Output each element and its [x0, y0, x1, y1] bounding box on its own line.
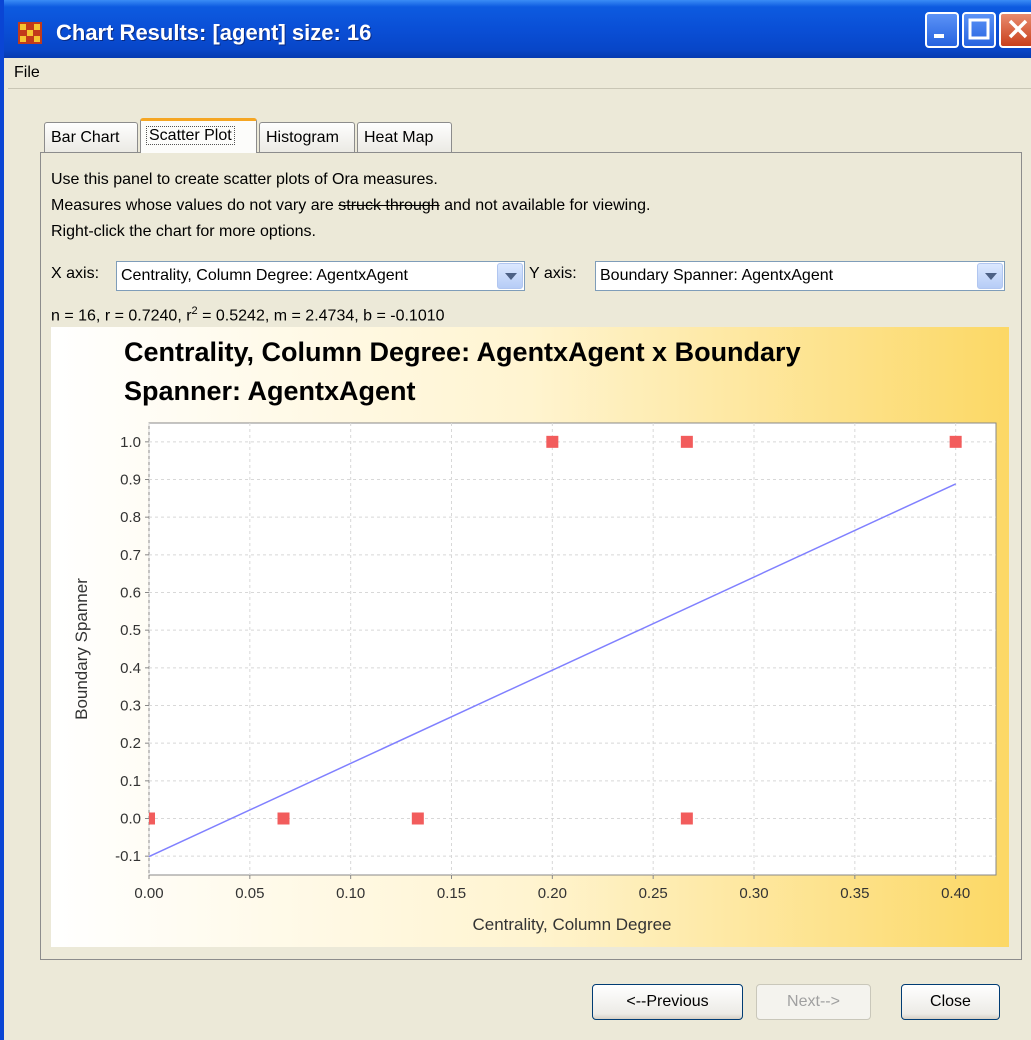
close-window-button[interactable] [999, 12, 1031, 48]
chevron-down-icon[interactable] [977, 263, 1003, 289]
previous-button[interactable]: <--Previous [592, 984, 743, 1020]
x-axis-label: X axis: [51, 265, 100, 282]
description-line-1: Use this panel to create scatter plots o… [51, 171, 438, 188]
x-tick-label: 0.35 [840, 885, 869, 902]
y-tick-label: 0.9 [120, 472, 141, 489]
y-tick-label: 0.4 [120, 660, 141, 677]
x-tick-label: 0.30 [739, 885, 768, 902]
y-tick-label: 0.7 [120, 547, 141, 564]
scatter-point[interactable] [949, 435, 962, 448]
y-tick-label: 0.3 [120, 698, 141, 715]
menu-bar: File [8, 58, 1031, 89]
x-tick-label: 0.40 [941, 885, 970, 902]
scatter-chart[interactable]: Centrality, Column Degree: AgentxAgent x… [51, 327, 1009, 947]
scatter-point[interactable] [546, 435, 559, 448]
x-tick-label: 0.05 [235, 885, 264, 902]
maximize-icon [968, 18, 990, 40]
y-axis-label: Y axis: [529, 265, 577, 282]
x-axis-select[interactable]: Centrality, Column Degree: AgentxAgent [116, 261, 525, 291]
x-tick-label: 0.00 [134, 885, 163, 902]
scatter-chart-svg[interactable]: Centrality, Column Degree: AgentxAgent x… [51, 327, 1009, 947]
tab-histogram[interactable]: Histogram [259, 122, 355, 152]
title-bar[interactable]: Chart Results: [agent] size: 16 [4, 0, 1031, 58]
x-axis-title: Centrality, Column Degree [472, 915, 671, 934]
minimize-icon [934, 34, 944, 38]
close-icon [1008, 19, 1028, 39]
scatter-point[interactable] [149, 812, 155, 825]
y-tick-label: 1.0 [120, 434, 141, 451]
x-tick-label: 0.15 [437, 885, 466, 902]
menu-file[interactable]: File [14, 64, 40, 82]
plot-area [148, 422, 997, 876]
chart-title-line-1: Centrality, Column Degree: AgentxAgent x… [124, 337, 801, 367]
x-tick-label: 0.25 [639, 885, 668, 902]
y-tick-label: 0.2 [120, 735, 141, 752]
y-tick-label: 0.6 [120, 585, 141, 602]
minimize-button[interactable] [925, 12, 959, 48]
close-button[interactable]: Close [901, 984, 1000, 1020]
y-tick-label: 0.1 [120, 773, 141, 790]
y-tick-label: 0.5 [120, 622, 141, 639]
scatter-plot-panel: Use this panel to create scatter plots o… [40, 152, 1022, 960]
window-title: Chart Results: [agent] size: 16 [56, 20, 372, 45]
y-tick-label: 0.0 [120, 811, 141, 828]
maximize-button[interactable] [962, 12, 996, 48]
tab-heat-map[interactable]: Heat Map [357, 122, 452, 152]
y-tick-label: -0.1 [115, 848, 141, 865]
description-line-2: Measures whose values do not vary are st… [51, 197, 651, 214]
description-line-3: Right-click the chart for more options. [51, 223, 316, 240]
tab-scatter-plot[interactable]: Scatter Plot [140, 118, 257, 153]
scatter-point[interactable] [411, 812, 424, 825]
next-button[interactable]: Next--> [756, 984, 871, 1020]
ora-app-icon [18, 22, 42, 44]
y-axis-select[interactable]: Boundary Spanner: AgentxAgent [595, 261, 1005, 291]
regression-stats: n = 16, r = 0.7240, r2 = 0.5242, m = 2.4… [51, 305, 445, 325]
y-tick-label: 0.8 [120, 509, 141, 526]
tab-bar-chart[interactable]: Bar Chart [44, 122, 138, 152]
chart-title-line-2: Spanner: AgentxAgent [124, 376, 416, 406]
struck-through-example: struck through [338, 197, 440, 214]
chevron-down-icon[interactable] [497, 263, 523, 289]
x-tick-label: 0.10 [336, 885, 365, 902]
scatter-point[interactable] [277, 812, 290, 825]
scatter-point[interactable] [680, 435, 693, 448]
y-axis-title: Boundary Spanner [72, 578, 91, 720]
scatter-point[interactable] [680, 812, 693, 825]
x-tick-label: 0.20 [538, 885, 567, 902]
chart-results-window: Chart Results: [agent] size: 16 File Bar… [0, 0, 1031, 1040]
